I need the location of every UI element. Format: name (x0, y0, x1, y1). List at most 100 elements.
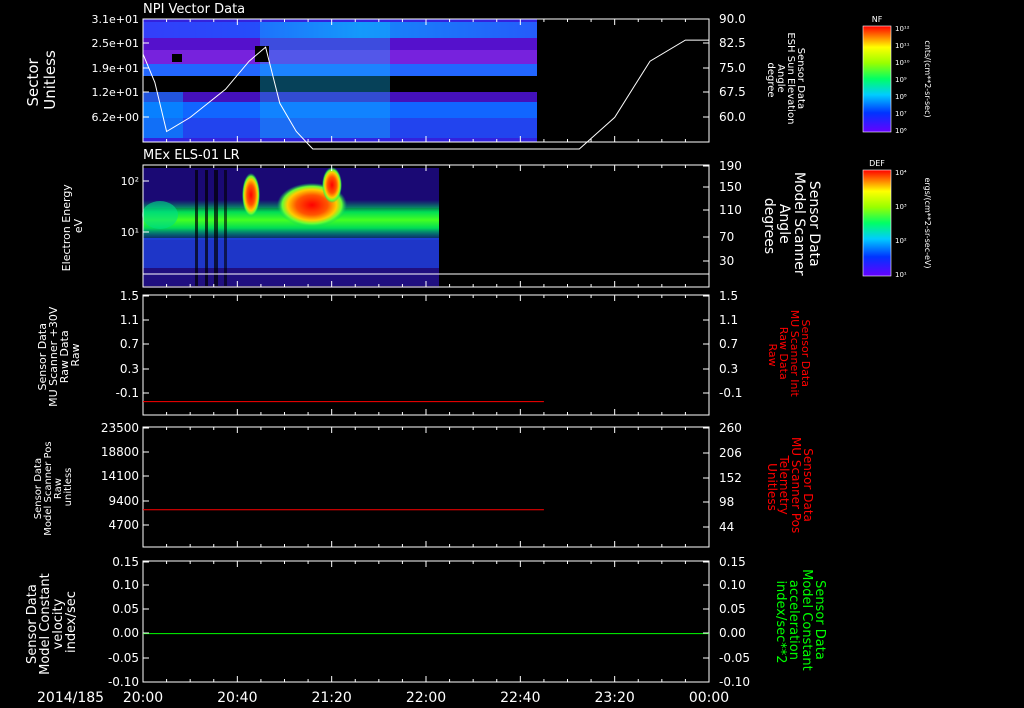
y-tick-label-right: 30 (719, 254, 734, 268)
els-heatmap (142, 167, 439, 288)
panel5-left-label: Sensor Data Model Constant velocity inde… (25, 569, 79, 675)
y-tick-label-left: 2.5e+01 (92, 37, 139, 50)
y-tick-label-left: 0.05 (112, 602, 139, 616)
y-tick-label-right: -0.10 (719, 675, 750, 689)
npi-heatmap (143, 19, 537, 142)
y-tick-label-left: 1.5 (120, 289, 139, 303)
colorbar-def: DEF 10⁴ 10³ 10² 10¹ ergs/(cm**2-sr-sec-eV) (862, 159, 932, 279)
colorbar-tick-label: 10¹ (895, 271, 907, 279)
y-tick-label-left: 0.00 (112, 626, 139, 640)
y-tick-label-right: 1.1 (719, 313, 738, 327)
colorbar-tick-label: 10¹¹ (895, 42, 910, 50)
panel1-left-label: Sector Unitless (24, 50, 59, 110)
panel-model-constant: 0.150.100.050.00-0.05-0.10 0.150.100.050… (25, 555, 827, 689)
time-tick-label: 20:00 (123, 690, 163, 706)
y-tick-label-right: 0.05 (719, 602, 746, 616)
y-tick-label-left: 14100 (101, 469, 139, 483)
colorbar-def-title: DEF (869, 159, 885, 168)
y-tick-label-right: 60.0 (719, 110, 746, 124)
y-tick-label-right: 190 (719, 159, 742, 173)
y-tick-label-left: 1.9e+01 (92, 62, 139, 75)
y-tick-label-right: 98 (719, 495, 734, 509)
y-tick-label-left: 10² (121, 175, 139, 188)
y-tick-label-right: 110 (719, 203, 742, 217)
y-tick-label-right: 82.5 (719, 36, 746, 50)
y-tick-label-left: 0.3 (120, 362, 139, 376)
y-tick-label-right: 0.3 (719, 362, 738, 376)
chart-canvas: NPI Vector Data 3.1e+01 2.5e+01 1.9e+01 1.2… (24, 2, 932, 706)
panel5-x-ticks (142, 561, 710, 682)
colorbar-def-unit: ergs/(cm**2-sr-sec-eV) (923, 177, 932, 268)
panel5-right-ticks: 0.15 0.10 0.05 0.00 -0.05 -0.10 (703, 555, 750, 689)
panel4-left-ticks: 23500 18800 14100 9400 4700 (101, 421, 149, 532)
panel-scanner-pos: 23500 18800 14100 9400 4700 260 206 152 98 44 Se… (33, 421, 815, 548)
colorbar-tick-label: 10⁸ (895, 93, 907, 101)
y-tick-label-left: 9400 (108, 494, 139, 508)
colorbar-nf-title: NF (872, 15, 883, 24)
y-tick-label-right: 90.0 (719, 12, 746, 26)
y-tick-label-right: 0.10 (719, 578, 746, 592)
panel3-left-ticks: 1.5 1.1 0.7 0.3 -0.1 (116, 289, 149, 400)
colorbar-tick-label: 10¹⁰ (895, 59, 910, 67)
panel5-right-label: Sensor Data Model Constant acceleration … (773, 569, 827, 675)
panel4-frame (142, 426, 710, 548)
panel2-left-label: Electron Energy eV (60, 181, 85, 272)
y-tick-label-left: 10¹ (121, 226, 139, 239)
panel-title-npi: NPI Vector Data (143, 2, 245, 17)
y-tick-label-left: 1.1 (120, 313, 139, 327)
y-tick-label-right: 206 (719, 446, 742, 460)
y-tick-label-right: 0.7 (719, 337, 738, 351)
y-tick-label-left: 0.7 (120, 337, 139, 351)
time-tick-label: 22:00 (406, 690, 446, 706)
colorbar-nf: NF 10¹² 10¹¹ 10¹⁰ 10⁹ 10⁸ 10⁷ 10⁶ cnts/(cm**2-… (862, 15, 932, 135)
y-tick-label-right: -0.1 (719, 386, 742, 400)
y-tick-label-right: 0.00 (719, 626, 746, 640)
panel-els: MEx ELS-01 LR 10² 10¹ 190 150 110 70 30 Elect… (60, 148, 822, 288)
time-tick-label: 23:20 (594, 690, 634, 706)
colorbar-tick-label: 10⁶ (895, 127, 907, 135)
panel3-left-label: Sensor Data MU Scanner +30V Raw Data Raw (36, 303, 82, 407)
colorbar-tick-label: 10¹² (895, 25, 910, 33)
y-tick-label-left: -0.05 (108, 651, 139, 665)
y-tick-label-right: 70 (719, 230, 734, 244)
colorbar-tick-label: 10⁹ (895, 76, 907, 84)
y-tick-label-right: 150 (719, 180, 742, 194)
panel2-right-label: Sensor Data Model Scanner Angle degrees (761, 172, 822, 280)
time-axis-labels: 20:00 20:40 21:20 22:00 22:40 23:20 00:00 (123, 690, 729, 706)
panel3-right-label: Sensor Data MU Scanner Init Raw Data Raw (766, 310, 812, 401)
y-tick-label-left: 23500 (101, 421, 139, 435)
colorbar-tick-label: 10³ (895, 203, 907, 211)
colorbar-def-ticks: 10⁴ 10³ 10² 10¹ (895, 169, 907, 279)
y-tick-label-right: 260 (719, 421, 742, 435)
y-tick-label-left: 0.10 (112, 578, 139, 592)
colorbar-tick-label: 10⁷ (895, 110, 907, 118)
panel-mu-30v: 1.5 1.1 0.7 0.3 -0.1 1.5 1.1 0.7 0.3 -0.1 Sensor… (36, 289, 812, 416)
y-tick-label-right: 152 (719, 471, 742, 485)
y-tick-label-left: 6.2e+00 (92, 111, 139, 124)
y-tick-label-left: 3.1e+01 (92, 13, 139, 26)
panel-npi: NPI Vector Data 3.1e+01 2.5e+01 1.9e+01 1.2… (24, 2, 806, 150)
panel4-x-ticks (142, 427, 710, 547)
y-tick-label-right: 75.0 (719, 61, 746, 75)
panel-title-els: MEx ELS-01 LR (143, 148, 240, 163)
y-tick-label-left: 18800 (101, 445, 139, 459)
colorbar-tick-label: 10⁴ (895, 169, 907, 177)
y-tick-label-left: 4700 (108, 518, 139, 532)
y-tick-label-left: 1.2e+01 (92, 86, 139, 99)
y-tick-label-right: -0.05 (719, 651, 750, 665)
y-tick-label-right: 1.5 (719, 289, 738, 303)
date-label: 2014/185 (37, 690, 104, 706)
panel4-right-label: Sensor Data MU Scanner Pos Telemetry Uni… (765, 437, 815, 537)
time-tick-label: 20:40 (217, 690, 257, 706)
panel5-frame (142, 560, 710, 683)
time-tick-label: 22:40 (500, 690, 540, 706)
panel4-left-label: Sensor Data Model Scanner Pos Raw unitle… (33, 438, 74, 535)
colorbar-nf-unit: cnts/(cm**2-sr-sec) (923, 40, 932, 117)
y-tick-label-left: 0.15 (112, 555, 139, 569)
panel3-x-ticks (142, 295, 710, 415)
panel3-frame (142, 294, 710, 416)
y-tick-label-left: -0.1 (116, 386, 139, 400)
panel1-right-label: Sensor Data ESH Sun Elevation Angle degr… (765, 32, 806, 127)
panel1-left-ticks: 3.1e+01 2.5e+01 1.9e+01 1.2e+01 6.2e+00 (92, 13, 149, 124)
colorbar-nf-ticks: 10¹² 10¹¹ 10¹⁰ 10⁹ 10⁸ 10⁷ 10⁶ (895, 25, 910, 135)
